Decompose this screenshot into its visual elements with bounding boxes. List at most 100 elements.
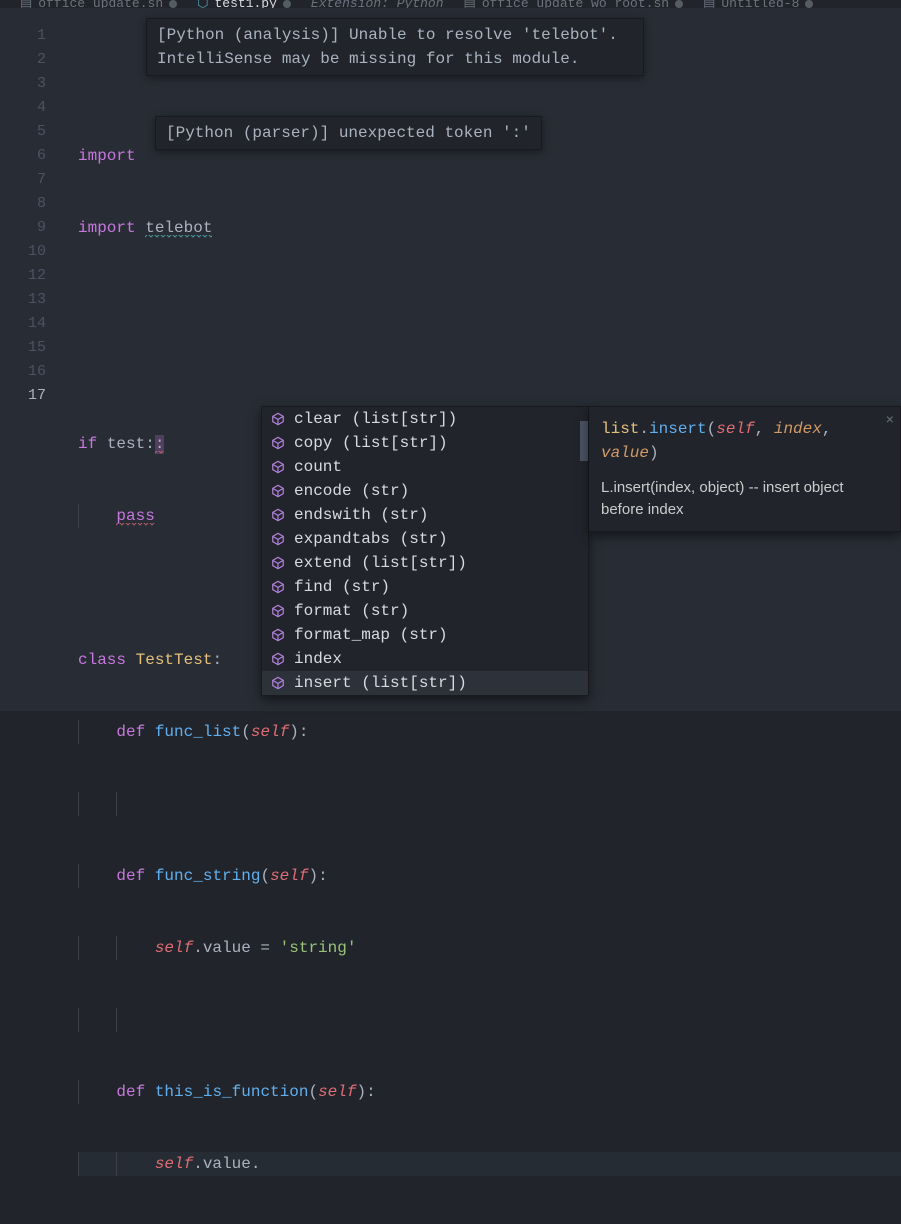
attr-access: .value. — [193, 1155, 260, 1173]
method-icon — [270, 651, 286, 667]
close-icon[interactable]: × — [886, 409, 894, 433]
tab-office-update[interactable]: ▤ office_update.sh — [10, 0, 187, 8]
suggest-item-label: copy (list[str]) — [294, 431, 448, 455]
line-number: 9 — [0, 216, 60, 240]
sig-open: ( — [707, 420, 717, 438]
dirty-dot-icon — [675, 0, 683, 8]
line-number: 4 — [0, 96, 60, 120]
line-number: 14 — [0, 312, 60, 336]
scrollbar-thumb[interactable] — [580, 421, 588, 461]
suggest-item-label: extend (list[str]) — [294, 551, 467, 575]
line-number: 15 — [0, 336, 60, 360]
sig-arg: index — [774, 420, 822, 438]
tab-untitled-8[interactable]: ▤ Untitled-8 — [693, 0, 823, 8]
code-line[interactable]: self.value = 'string' — [78, 936, 901, 960]
method-icon — [270, 483, 286, 499]
class-name: TestTest — [136, 651, 213, 669]
line-number: 13 — [0, 288, 60, 312]
code-line[interactable] — [78, 792, 901, 816]
method-icon — [270, 435, 286, 451]
tab-extension-python[interactable]: Extension: Python — [301, 0, 454, 8]
keyword-import: import — [78, 147, 136, 165]
keyword-def: def — [116, 867, 145, 885]
line-number: 1 — [0, 24, 60, 48]
suggest-item[interactable]: insert (list[str]) — [262, 671, 588, 695]
string-literal: 'string' — [280, 939, 357, 957]
suggest-item[interactable]: count — [262, 455, 588, 479]
method-icon — [270, 627, 286, 643]
module-telebot: telebot — [145, 219, 212, 238]
code-line[interactable]: def func_list(self): — [78, 720, 901, 744]
sig-comma: , — [822, 420, 832, 438]
suggest-item[interactable]: endswith (str) — [262, 503, 588, 527]
suggest-item[interactable]: format (str) — [262, 599, 588, 623]
tab-label: Untitled-8 — [721, 0, 799, 8]
autocomplete-list[interactable]: clear (list[str])copy (list[str])counten… — [261, 406, 589, 696]
tab-label: Extension: Python — [311, 0, 444, 8]
method-icon — [270, 531, 286, 547]
self-param: self — [318, 1083, 356, 1101]
code-editor[interactable]: 1 2 3 4 5 6 7 8 9 10 12 13 14 15 16 17 i… — [0, 8, 901, 711]
hover-text: [Python (parser)] unexpected token ':' — [166, 124, 531, 142]
sig-self: self — [716, 420, 754, 438]
line-number: 10 — [0, 240, 60, 264]
self-param: self — [270, 867, 308, 885]
self-param: self — [251, 723, 289, 741]
code-line[interactable] — [78, 360, 901, 384]
suggest-item[interactable]: find (str) — [262, 575, 588, 599]
suggest-item[interactable]: expandtabs (str) — [262, 527, 588, 551]
colon: : — [212, 651, 222, 669]
code-line[interactable]: def this_is_function(self): — [78, 1080, 901, 1104]
sig-class: list — [601, 420, 639, 438]
dirty-dot-icon — [805, 0, 813, 8]
function-name: func_list — [155, 723, 241, 741]
line-number: 3 — [0, 72, 60, 96]
code-line-current[interactable]: self.value. — [78, 1152, 901, 1176]
suggest-item[interactable]: format_map (str) — [262, 623, 588, 647]
keyword-def: def — [116, 723, 145, 741]
tab-office-update-wo-root[interactable]: ▤ office_update_wo_root.sh — [454, 0, 694, 8]
method-icon — [270, 555, 286, 571]
code-line[interactable] — [78, 288, 901, 312]
autocomplete-documentation: × list.insert(self, index, value) L.inse… — [589, 406, 901, 532]
code-line[interactable]: def func_string(self): — [78, 864, 901, 888]
sig-close: ) — [649, 444, 659, 462]
code-line[interactable] — [78, 1008, 901, 1032]
suggest-item-label: insert (list[str]) — [294, 671, 467, 695]
suggest-item[interactable]: encode (str) — [262, 479, 588, 503]
doc-description: L.insert(index, object) -- insert object… — [601, 477, 888, 521]
tab-test1-py[interactable]: ⬡ test1.py — [187, 0, 301, 8]
line-number: 16 — [0, 360, 60, 384]
suggest-item[interactable]: clear (list[str]) — [262, 407, 588, 431]
method-icon — [270, 411, 286, 427]
error-token: : — [155, 435, 165, 454]
suggest-item[interactable]: index — [262, 647, 588, 671]
suggest-item-label: clear (list[str]) — [294, 407, 457, 431]
suggest-item[interactable]: copy (list[str]) — [262, 431, 588, 455]
hover-text: [Python (analysis)] Unable to resolve 't… — [157, 26, 618, 68]
method-icon — [270, 459, 286, 475]
keyword-def: def — [116, 1083, 145, 1101]
line-number: 7 — [0, 168, 60, 192]
tab-label: test1.py — [214, 0, 276, 8]
suggest-item-label: expandtabs (str) — [294, 527, 448, 551]
suggest-item-label: format (str) — [294, 599, 409, 623]
file-icon: ▤ — [464, 0, 476, 8]
line-number: 8 — [0, 192, 60, 216]
suggest-item[interactable]: extend (list[str]) — [262, 551, 588, 575]
dirty-dot-icon — [283, 0, 291, 8]
method-icon — [270, 603, 286, 619]
self-ref: self — [155, 939, 193, 957]
editor-tabs: ▤ office_update.sh ⬡ test1.py Extension:… — [0, 0, 901, 8]
file-icon: ▤ — [20, 0, 32, 8]
code-line[interactable]: import telebot — [78, 216, 901, 240]
self-ref: self — [155, 1155, 193, 1173]
line-number: 2 — [0, 48, 60, 72]
file-icon: ▤ — [703, 0, 715, 8]
dirty-dot-icon — [169, 0, 177, 8]
method-icon — [270, 579, 286, 595]
sig-arg: value — [601, 444, 649, 462]
suggest-item-label: find (str) — [294, 575, 390, 599]
suggest-item-label: format_map (str) — [294, 623, 448, 647]
suggest-item-label: endswith (str) — [294, 503, 428, 527]
